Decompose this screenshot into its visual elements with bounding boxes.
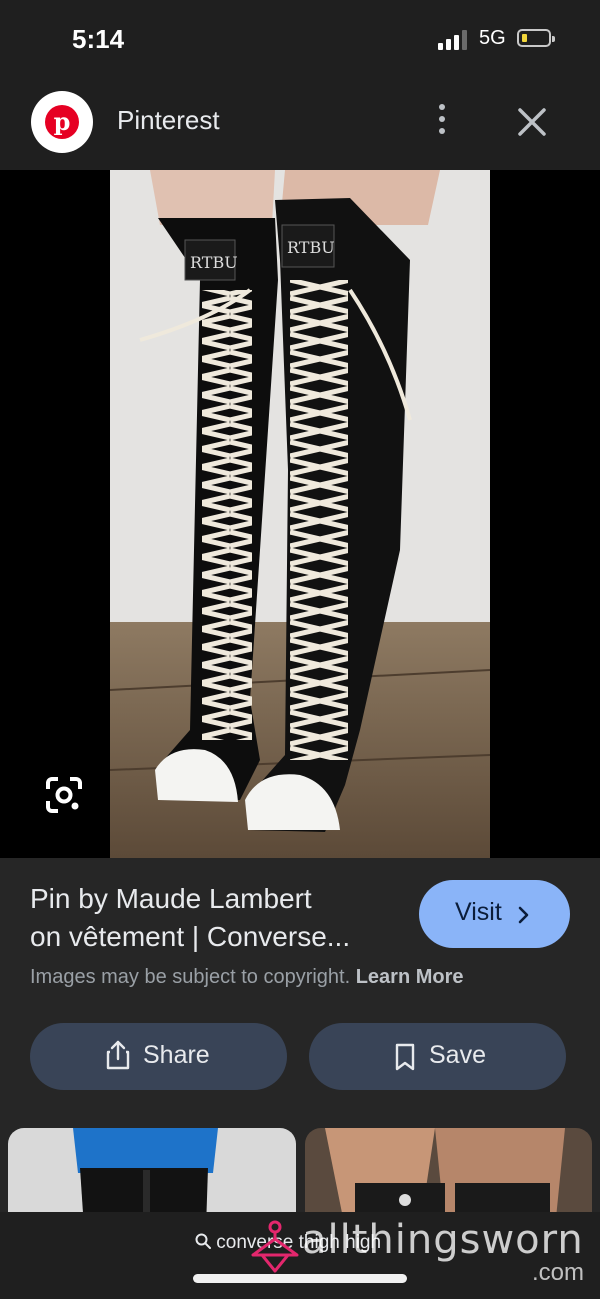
pin-title-line-1: Pin by Maude Lambert	[30, 883, 312, 914]
pinterest-logo[interactable]: p	[31, 91, 93, 153]
network-type: 5G	[479, 27, 506, 49]
chevron-right-icon	[518, 906, 529, 924]
hanger-logo-icon	[251, 1220, 299, 1273]
watermark-suffix: .com	[532, 1259, 585, 1286]
visit-button[interactable]: Visit	[419, 880, 570, 948]
share-label: Share	[143, 1041, 210, 1069]
app-title: Pinterest	[117, 105, 220, 135]
boot-label-left: RTBU	[190, 253, 238, 272]
close-icon[interactable]	[514, 104, 550, 140]
bookmark-icon	[395, 1043, 415, 1071]
pin-title-line-2: on vêtement | Converse...	[30, 921, 351, 952]
status-time: 5:14	[72, 24, 125, 54]
copyright-notice: Images may be subject to copyright. Lear…	[30, 966, 464, 989]
save-button[interactable]: Save	[309, 1023, 566, 1090]
search-icon	[195, 1233, 211, 1249]
boot-label-right: RTBU	[287, 238, 335, 257]
image-viewer: RTBU RTBU	[0, 170, 600, 858]
more-vert-icon[interactable]	[432, 104, 452, 140]
watermark-text: allthingsworn	[302, 1217, 584, 1263]
pinterest-logo-letter: p	[45, 105, 79, 139]
visit-label: Visit	[455, 898, 502, 926]
battery-icon	[517, 29, 555, 47]
signal-icon	[438, 30, 467, 50]
save-label: Save	[429, 1041, 486, 1069]
learn-more-link[interactable]: Learn More	[356, 966, 464, 988]
home-indicator[interactable]	[193, 1274, 407, 1283]
pin-image[interactable]: RTBU RTBU	[110, 170, 490, 858]
share-icon	[106, 1040, 130, 1070]
pin-title[interactable]: Pin by Maude Lambert on vêtement | Conve…	[30, 880, 400, 956]
google-lens-icon[interactable]	[44, 775, 84, 815]
copyright-text: Images may be subject to copyright.	[30, 966, 351, 988]
share-button[interactable]: Share	[30, 1023, 287, 1090]
